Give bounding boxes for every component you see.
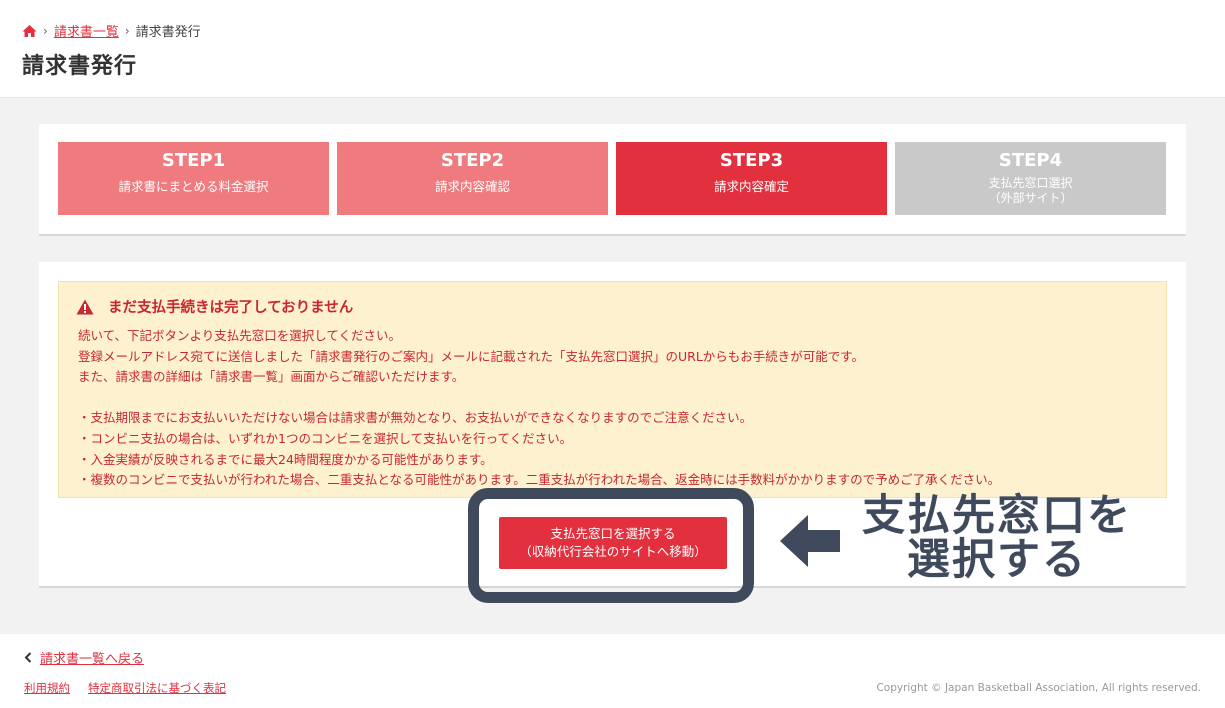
step-label-line1: 支払先窓口選択 [988,176,1073,190]
page-title: 請求書発行 [22,54,138,79]
breadcrumb-separator: › [124,23,130,38]
page-header: › 請求書一覧 › 請求書発行 請求書発行 [0,0,1225,98]
back-link-label[interactable]: 請求書一覧へ戻る [40,648,144,667]
notice-header: まだ支払手続きは完了しておりません [76,296,353,317]
callout-line2: 選択する [907,535,1087,585]
notice-bullet: ・支払期限までにお支払いいただけない場合は請求書が無効となり、お支払いができなく… [78,410,753,426]
breadcrumb-current: 請求書発行 [135,25,201,40]
step-label: 支払先窓口選択 （外部サイト） [988,176,1072,206]
step-label: 請求書にまとめる料金選択 [118,179,269,194]
callout-line1: 支払先窓口を [862,491,1132,541]
breadcrumb-separator: › [43,23,48,38]
notice-spacer [78,388,1000,409]
step-number: STEP1 [161,150,226,171]
step-1: STEP1 請求書にまとめる料金選択 [58,142,329,215]
notice-line: 続いて、下記ボタンより支払先窓口を選択してください。 [78,328,402,343]
notice-body: 続いて、下記ボタンより支払先窓口を選択してください。 登録メールアドレス宛てに送… [78,326,1000,491]
step-list: STEP1 請求書にまとめる料金選択 STEP2 請求内容確認 STEP3 請求… [58,142,1166,215]
step-number: STEP3 [719,150,784,171]
warning-notice: まだ支払手続きは完了しておりません 続いて、下記ボタンより支払先窓口を選択してく… [58,281,1167,498]
breadcrumb-invoice-list-link[interactable]: 請求書一覧 [54,21,119,40]
callout-text: 支払先窓口を 選択する [852,494,1142,582]
commerce-law-link[interactable]: 特定商取引法に基づく表記 [88,680,226,696]
notice-line: また、請求書の詳細は「請求書一覧」画面からご確認いただけます。 [78,369,465,385]
highlight-frame [468,488,754,603]
terms-link[interactable]: 利用規約 [24,680,70,696]
step-4: STEP4 支払先窓口選択 （外部サイト） [895,142,1166,215]
arrow-left-icon [778,512,842,570]
step-label: 請求内容確定 [713,179,789,194]
step-progress-card: STEP1 請求書にまとめる料金選択 STEP2 請求内容確認 STEP3 請求… [39,124,1186,236]
step-3-active: STEP3 請求内容確定 [616,142,887,215]
step-number: STEP2 [440,150,505,171]
notice-bullet: ・コンビニ支払の場合は、いずれか1つのコンビニを選択して支払いを行ってください。 [78,430,573,446]
copyright: Copyright © Japan Basketball Association… [876,682,1201,694]
footer-links: 利用規約 特定商取引法に基づく表記 [24,680,226,696]
step-number: STEP4 [998,150,1063,171]
step-2: STEP2 請求内容確認 [337,142,608,215]
notice-bullet: ・入金実績が反映されるまでに最大24時間程度かかる可能性があります。 [78,451,493,467]
breadcrumb: › 請求書一覧 › 請求書発行 [22,21,201,40]
warning-icon [76,299,94,315]
step-label-line2: （外部サイト） [988,191,1073,205]
notice-title: まだ支払手続きは完了しておりません [108,300,354,316]
page-footer: 請求書一覧へ戻る 利用規約 特定商取引法に基づく表記 Copyright © J… [0,634,1225,708]
step-label: 請求内容確認 [434,179,510,194]
back-to-list-link[interactable]: 請求書一覧へ戻る [24,648,144,667]
notice-line: 登録メールアドレス宛てに送信しました「請求書発行のご案内」メールに記載された「支… [78,348,865,364]
chevron-left-icon [24,652,32,663]
home-icon[interactable] [22,24,37,38]
